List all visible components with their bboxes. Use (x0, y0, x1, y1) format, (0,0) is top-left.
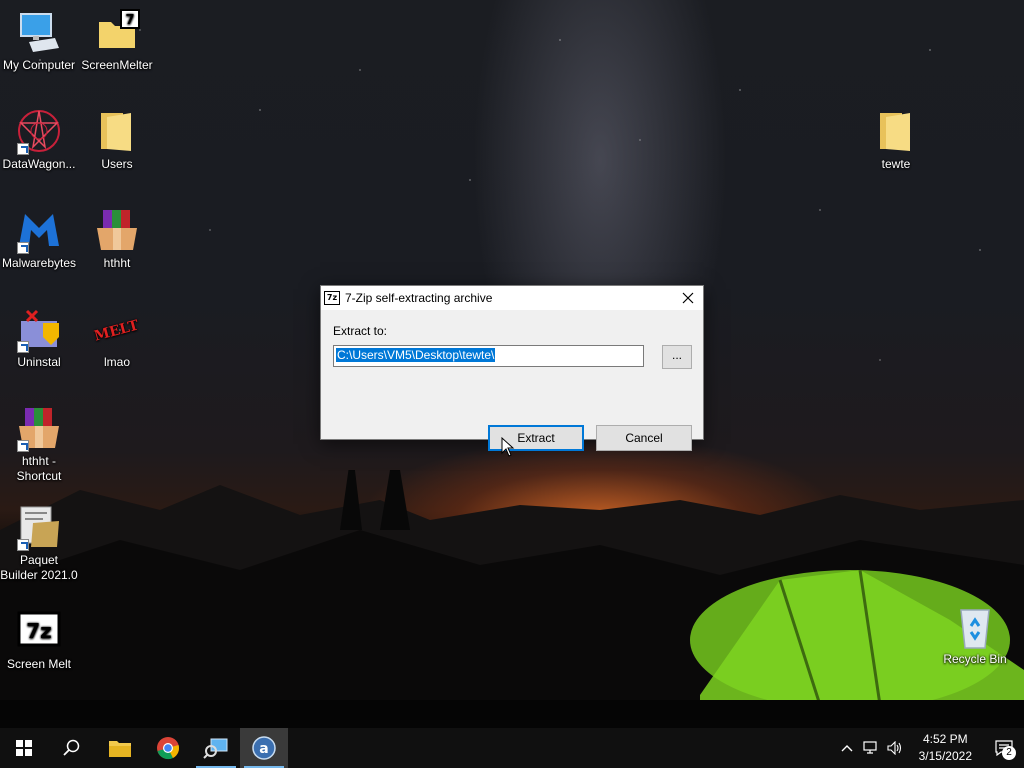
desktop-icon-hthht-shortcut[interactable]: hthht - Shortcut (0, 404, 78, 484)
desktop-icon-malwarebytes[interactable]: Malwarebytes (0, 206, 78, 271)
extract-to-label: Extract to: (333, 324, 388, 338)
taskbar-clock[interactable]: 4:52 PM 3/15/2022 (907, 731, 984, 765)
taskbar-chrome[interactable] (144, 728, 192, 768)
extract-path-input[interactable]: C:\Users\VM5\Desktop\tewte\ (333, 345, 644, 367)
winrar-archive-icon (97, 210, 137, 250)
folder-icon (101, 113, 131, 151)
computer-icon (20, 13, 59, 52)
desktop-icon-paquet-builder[interactable]: Paquet Builder 2021.0 (0, 503, 78, 583)
7zip-logo-icon: 7z (324, 291, 340, 305)
network-app-icon (203, 738, 228, 759)
desktop-icon-label: Screen Melt (6, 657, 72, 671)
melt-icon: MELT (93, 317, 141, 344)
shortcut-arrow-icon (17, 539, 29, 551)
desktop-icon-label: DataWagon... (2, 157, 76, 171)
mouse-cursor-icon (501, 437, 515, 457)
network-tray-button[interactable] (859, 728, 883, 768)
desktop-icon-label: Paquet Builder 2021.0 (0, 553, 78, 582)
desktop-icon-hthht[interactable]: hthht (78, 206, 156, 271)
wallpaper-landscape (0, 470, 1024, 728)
7zip-folder-icon: 7 (99, 9, 140, 48)
desktop-icon-screenmelter[interactable]: 7 ScreenMelter (78, 8, 156, 73)
desktop-icon-label: Malwarebytes (1, 256, 77, 270)
desktop-icon-recycle-bin[interactable]: Recycle Bin (936, 602, 1014, 667)
desktop-icon-label: hthht (103, 256, 131, 270)
desktop-icon-my-computer[interactable]: My Computer (0, 8, 78, 73)
taskbar-file-explorer[interactable] (96, 728, 144, 768)
shortcut-arrow-icon (17, 143, 29, 155)
svg-text:7z: 7z (26, 619, 52, 643)
svg-text:7: 7 (125, 13, 134, 28)
7zip-icon: 7z (17, 611, 61, 647)
sfx-dialog: 7z 7-Zip self-extracting archive Extract… (320, 285, 704, 451)
action-center-button[interactable]: 2 (984, 728, 1024, 768)
desktop-icon-label: Users (101, 157, 133, 171)
clock-time: 4:52 PM (922, 732, 968, 746)
shortcut-arrow-icon (17, 440, 29, 452)
desktop-icon-label: Uninstal (17, 355, 61, 369)
desktop-icon-label: My Computer (2, 58, 76, 72)
taskbar-archive-app[interactable]: a (240, 728, 288, 768)
start-button[interactable] (0, 728, 48, 768)
desktop-icon-label: ScreenMelter (81, 58, 153, 72)
notification-count-badge: 2 (1002, 746, 1016, 760)
desktop-icon-users[interactable]: Users (78, 107, 156, 172)
clock-date: 3/15/2022 (918, 749, 972, 763)
extract-path-value: C:\Users\VM5\Desktop\tewte\ (336, 348, 496, 362)
start-icon (16, 740, 32, 756)
system-tray: 4:52 PM 3/15/2022 2 (835, 728, 1024, 768)
recycle-bin-icon (960, 609, 990, 649)
desktop-icon-datawagon[interactable]: DataWagon... (0, 107, 78, 172)
desktop-icon-label: lmao (103, 355, 130, 369)
chrome-icon (157, 737, 179, 760)
dialog-title: 7-Zip self-extracting archive (345, 291, 493, 305)
cancel-button[interactable]: Cancel (596, 425, 692, 451)
svg-text:a: a (259, 741, 268, 757)
taskbar: a 4:52 PM 3/15/2022 2 (0, 728, 1024, 768)
search-button[interactable] (48, 728, 96, 768)
desktop-icon-label: tewte (881, 157, 911, 171)
taskbar-network-app[interactable] (192, 728, 240, 768)
desktop-icon-label: Recycle Bin (943, 652, 1007, 666)
desktop-icon-uninstal[interactable]: Uninstal (0, 305, 78, 370)
folder-icon (880, 113, 910, 151)
svg-text:MELT: MELT (93, 317, 141, 344)
dialog-title-bar[interactable]: 7z 7-Zip self-extracting archive (321, 286, 703, 310)
desktop-icon-lmao[interactable]: MELT lmao (78, 305, 156, 370)
desktop-icon-tewte[interactable]: tewte (857, 107, 935, 172)
chevron-up-icon (841, 745, 853, 752)
show-hidden-icons-button[interactable] (835, 728, 859, 768)
desktop-icon-screen-melt[interactable]: 7z Screen Melt (0, 607, 78, 672)
volume-tray-button[interactable] (883, 728, 907, 768)
shortcut-arrow-icon (17, 242, 29, 254)
close-icon (682, 292, 694, 304)
close-button[interactable] (673, 286, 703, 310)
network-icon (863, 741, 877, 754)
browse-button[interactable]: ... (662, 345, 692, 369)
search-icon (63, 739, 80, 756)
desktop-icon-label: hthht - Shortcut (16, 454, 62, 483)
file-explorer-icon (109, 741, 131, 757)
archive-app-icon: a (252, 736, 276, 760)
speaker-icon (887, 741, 901, 755)
shortcut-arrow-icon (17, 341, 29, 353)
